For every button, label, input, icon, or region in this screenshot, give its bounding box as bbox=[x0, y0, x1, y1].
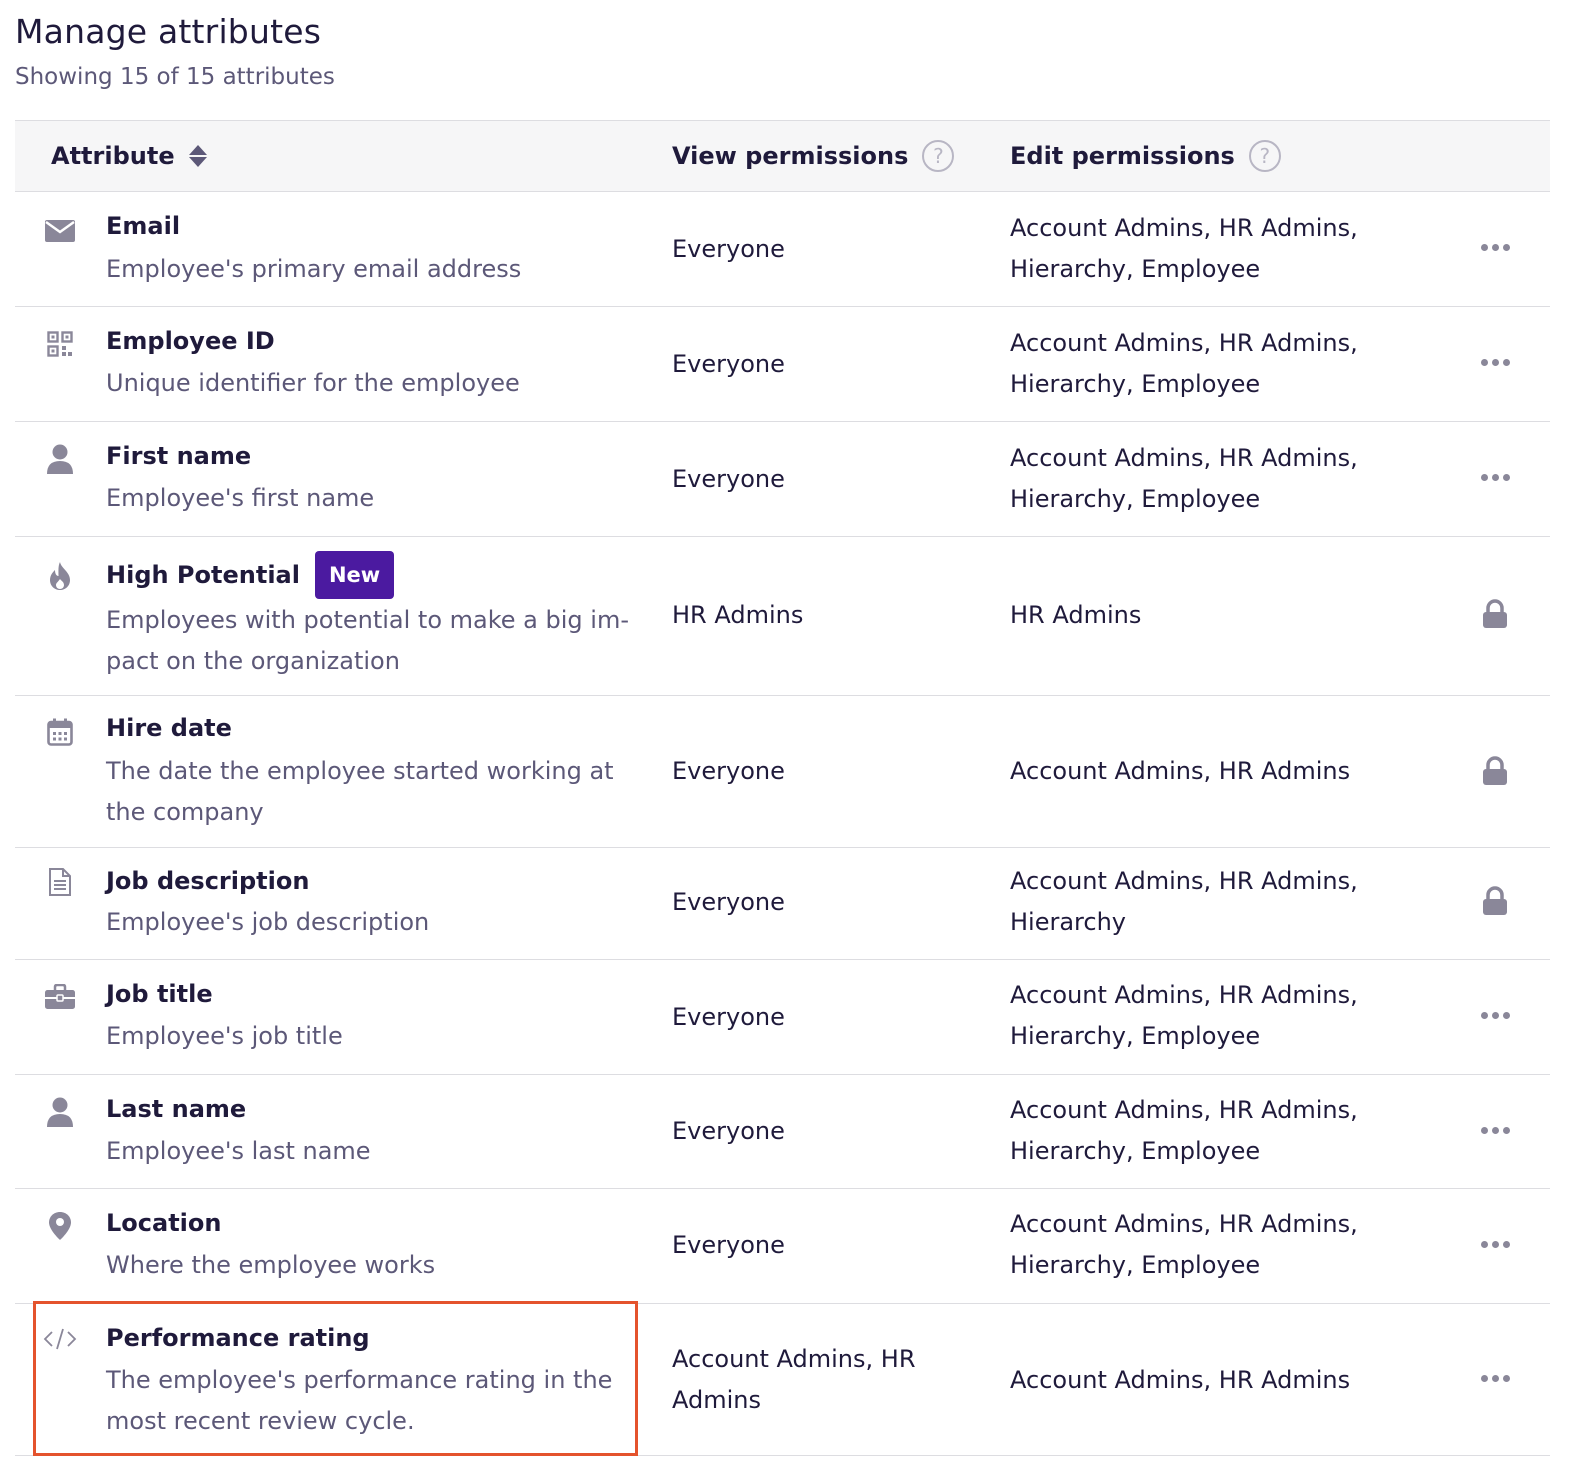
view-permissions: Everyone bbox=[672, 465, 785, 493]
calendar-icon bbox=[43, 715, 77, 749]
page-title: Manage attributes bbox=[15, 12, 322, 51]
column-label-edit-permissions: Edit permissions bbox=[1010, 142, 1235, 170]
envelope-icon bbox=[43, 214, 77, 248]
attribute-description: Employee's first name bbox=[106, 484, 375, 512]
location-pin-icon bbox=[43, 1209, 77, 1243]
attribute-name: Job title bbox=[106, 980, 213, 1008]
view-permissions-help-icon[interactable]: ? bbox=[922, 140, 955, 172]
qr-code-icon bbox=[43, 327, 77, 361]
attribute-description: Where the employee works bbox=[106, 1251, 436, 1279]
more-options-icon bbox=[1480, 1011, 1510, 1019]
table-row: Hire date The date the employee started … bbox=[15, 696, 1550, 848]
more-options-button[interactable] bbox=[1475, 1363, 1515, 1393]
edit-permissions: Account Admins, HR Admins, Hierarchy bbox=[1010, 867, 1358, 936]
lock-icon bbox=[1475, 599, 1515, 629]
edit-permissions: Account Admins, HR Admins, Hierarchy, Em… bbox=[1010, 444, 1358, 513]
more-options-button[interactable] bbox=[1475, 232, 1515, 262]
table-header: Attribute View permissions ? Edit permis… bbox=[15, 120, 1550, 192]
table-row: Employee ID Unique identifier for the em… bbox=[15, 307, 1550, 422]
more-options-button[interactable] bbox=[1475, 462, 1515, 492]
flame-icon bbox=[43, 559, 77, 593]
edit-permissions: Account Admins, HR Admins, Hierarchy, Em… bbox=[1010, 214, 1358, 283]
table-row: Email Employee's primary email address E… bbox=[15, 192, 1550, 307]
person-icon bbox=[43, 442, 77, 476]
table-row: First name Employee's first name Everyon… bbox=[15, 422, 1550, 537]
more-options-button[interactable] bbox=[1475, 347, 1515, 377]
more-options-icon bbox=[1480, 358, 1510, 366]
more-options-icon bbox=[1480, 1374, 1510, 1382]
attribute-name: Email bbox=[106, 212, 181, 240]
attribute-name: Hire date bbox=[106, 714, 232, 742]
document-icon bbox=[43, 865, 77, 899]
table-row: Last name Employee's last name Everyone … bbox=[15, 1075, 1550, 1189]
table-row: Job title Employee's job title Everyone … bbox=[15, 960, 1550, 1075]
attribute-description: Employees with potential to make a big i… bbox=[106, 606, 629, 675]
attribute-name: Job description bbox=[106, 867, 310, 895]
more-options-icon bbox=[1480, 473, 1510, 481]
new-badge: New bbox=[314, 551, 395, 599]
more-options-button[interactable] bbox=[1475, 1229, 1515, 1259]
column-label-view-permissions: View permissions bbox=[672, 142, 909, 170]
view-permissions: Everyone bbox=[672, 1117, 785, 1145]
highlight-box bbox=[33, 1301, 638, 1456]
column-header-attribute[interactable]: Attribute bbox=[51, 121, 207, 191]
attribute-name-text: High Potential bbox=[106, 561, 300, 589]
attribute-name: Location bbox=[106, 1209, 222, 1237]
edit-permissions: Account Admins, HR Admins, Hierarchy, Em… bbox=[1010, 329, 1358, 398]
table-row: High Potential New Employees with potent… bbox=[15, 537, 1550, 696]
edit-permissions: Account Admins, HR Admins, Hierarchy, Em… bbox=[1010, 981, 1358, 1050]
more-options-icon bbox=[1480, 243, 1510, 251]
edit-permissions-help-icon[interactable]: ? bbox=[1248, 140, 1281, 172]
column-label-attribute: Attribute bbox=[51, 142, 175, 170]
sort-icon[interactable] bbox=[188, 145, 207, 167]
attribute-name: High Potential New bbox=[106, 551, 395, 599]
view-permissions: Everyone bbox=[672, 350, 785, 378]
table-row: Location Where the employee works Everyo… bbox=[15, 1189, 1550, 1304]
edit-permissions: Account Admins, HR Admins bbox=[1010, 1366, 1351, 1394]
view-permissions: Everyone bbox=[672, 757, 785, 785]
table-row: Job description Employee's job descripti… bbox=[15, 848, 1550, 960]
attributes-table: Attribute View permissions ? Edit permis… bbox=[15, 120, 1550, 1456]
edit-permissions: Account Admins, HR Admins bbox=[1010, 757, 1351, 785]
attribute-description: Employee's job description bbox=[106, 908, 430, 936]
edit-permissions: Account Admins, HR Admins, Hierarchy, Em… bbox=[1010, 1210, 1358, 1279]
edit-permissions: HR Admins bbox=[1010, 601, 1142, 629]
attribute-description: Employee's last name bbox=[106, 1137, 371, 1165]
column-header-view-permissions: View permissions ? bbox=[672, 121, 955, 191]
attribute-description: The date the employee started working at… bbox=[106, 757, 614, 826]
more-options-button[interactable] bbox=[1475, 1000, 1515, 1030]
attribute-name: First name bbox=[106, 442, 252, 470]
attribute-description: Unique identifier for the employee bbox=[106, 369, 520, 397]
briefcase-icon bbox=[43, 980, 77, 1014]
attribute-name: Last name bbox=[106, 1095, 247, 1123]
more-options-icon bbox=[1480, 1240, 1510, 1248]
view-permissions: Everyone bbox=[672, 888, 785, 916]
attribute-count: Showing 15 of 15 attributes bbox=[15, 64, 335, 90]
view-permissions: Everyone bbox=[672, 235, 785, 263]
more-options-icon bbox=[1480, 1126, 1510, 1134]
lock-icon bbox=[1475, 756, 1515, 786]
attribute-name: Employee ID bbox=[106, 327, 275, 355]
column-header-edit-permissions: Edit permissions ? bbox=[1010, 121, 1281, 191]
view-permissions: HR Admins bbox=[672, 601, 804, 629]
person-icon bbox=[43, 1095, 77, 1129]
lock-icon bbox=[1475, 886, 1515, 916]
view-permissions: Account Admins, HR Admins bbox=[672, 1345, 916, 1414]
attribute-description: Employee's primary email address bbox=[106, 255, 522, 283]
edit-permissions: Account Admins, HR Admins, Hierarchy, Em… bbox=[1010, 1096, 1358, 1165]
more-options-button[interactable] bbox=[1475, 1115, 1515, 1145]
attribute-description: Employee's job title bbox=[106, 1022, 343, 1050]
view-permissions: Everyone bbox=[672, 1231, 785, 1259]
view-permissions: Everyone bbox=[672, 1003, 785, 1031]
